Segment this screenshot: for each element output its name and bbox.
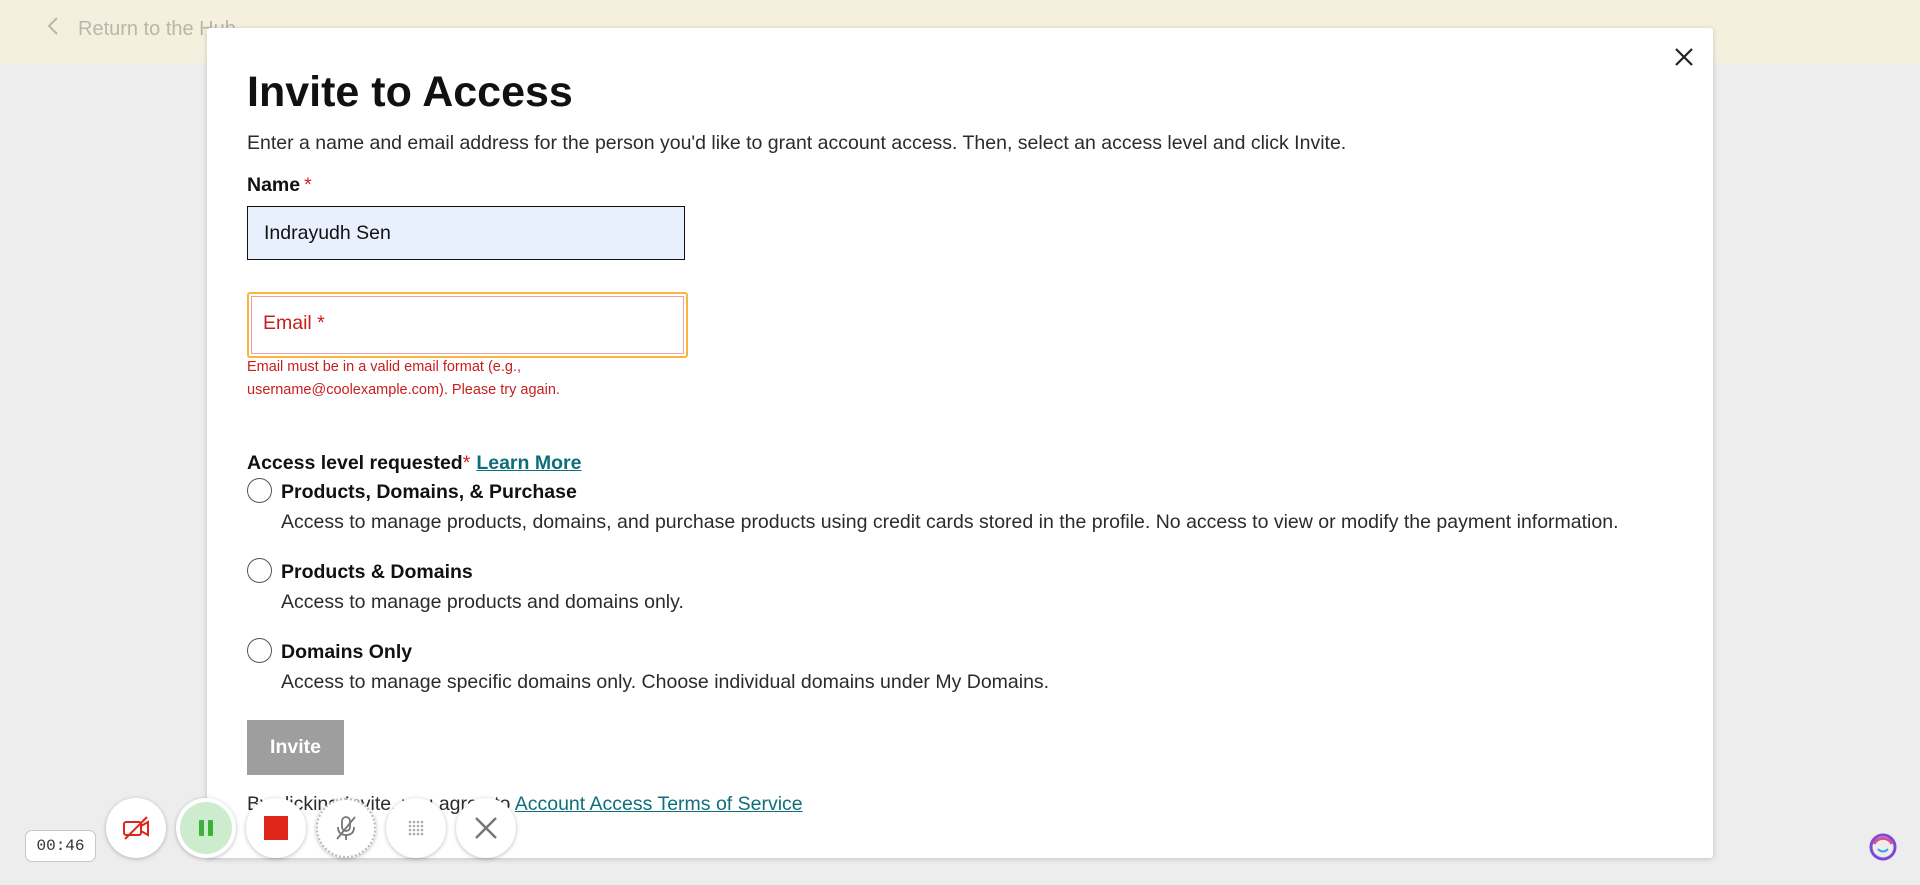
stop-icon: [264, 816, 288, 840]
option-title: Domains Only: [281, 641, 413, 663]
pause-button-inner: [180, 802, 232, 854]
stop-recording-button[interactable]: [246, 798, 306, 858]
option-description: Access to manage products, domains, and …: [281, 511, 1619, 533]
email-input[interactable]: [249, 294, 686, 356]
radio-products-domains-purchase[interactable]: [247, 478, 272, 503]
camera-off-icon: [123, 816, 149, 840]
option-description: Access to manage specific domains only. …: [281, 671, 1050, 693]
email-field[interactable]: Email *: [247, 292, 688, 358]
close-icon: [1675, 48, 1693, 66]
name-label-text: Name: [247, 174, 301, 196]
email-error-message: Email must be in a valid email format (e…: [247, 359, 560, 398]
close-recorder-button[interactable]: [456, 798, 516, 858]
option-title: Products, Domains, & Purchase: [281, 481, 577, 503]
camera-toggle-button[interactable]: [106, 798, 166, 858]
mic-off-icon: [336, 816, 356, 840]
modal-description: Enter a name and email address for the p…: [247, 132, 1347, 154]
invite-modal: Invite to Access Enter a name and email …: [207, 28, 1713, 858]
recording-timer: 00:46: [25, 830, 96, 862]
microphone-toggle-button[interactable]: [316, 798, 376, 858]
pause-icon: [199, 820, 213, 836]
pause-recording-button[interactable]: [176, 798, 236, 858]
learn-more-link[interactable]: Learn More: [476, 452, 581, 474]
option-title: Products & Domains: [281, 561, 473, 583]
modal-title: Invite to Access: [247, 68, 573, 116]
grid-button[interactable]: [386, 798, 446, 858]
close-icon: [475, 817, 497, 839]
name-label: Name *: [247, 174, 312, 197]
radio-domains-only[interactable]: [247, 638, 272, 663]
access-level-text: Access level requested: [247, 452, 463, 474]
terms-of-service-link[interactable]: Account Access Terms of Service: [515, 793, 803, 815]
grid-icon: [408, 820, 424, 836]
close-modal-button[interactable]: [1671, 44, 1697, 70]
chevron-left-icon: [46, 16, 60, 42]
required-mark: *: [462, 452, 471, 474]
access-level-label: Access level requested* Learn More: [247, 452, 581, 475]
required-mark: *: [304, 174, 312, 196]
radio-products-domains[interactable]: [247, 558, 272, 583]
invite-button[interactable]: Invite: [247, 720, 344, 775]
option-description: Access to manage products and domains on…: [281, 591, 684, 613]
name-input[interactable]: [247, 206, 685, 260]
assistant-logo-icon[interactable]: [1868, 832, 1898, 862]
